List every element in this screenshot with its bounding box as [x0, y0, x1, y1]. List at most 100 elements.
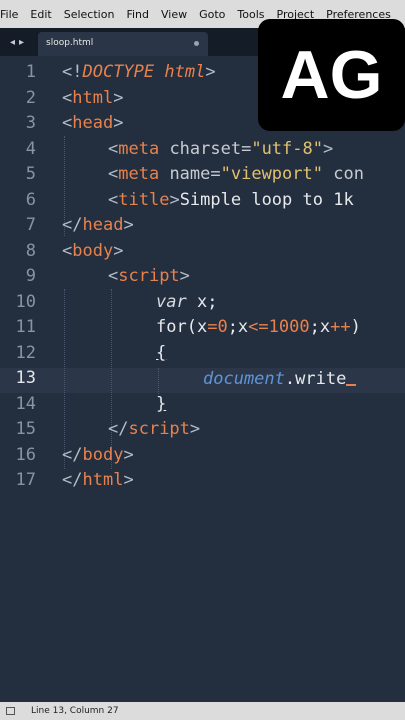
brace-open: {: [156, 342, 167, 363]
loop-increment-var: ;x: [309, 317, 331, 337]
tab-navigation: ◂ ▸: [0, 28, 34, 56]
menu-goto[interactable]: Goto: [193, 0, 231, 21]
code-line-9: <script>: [108, 264, 190, 289]
code-line-14: }: [156, 392, 166, 417]
paren-close: ): [350, 317, 361, 337]
code-line-17: </html>: [62, 468, 134, 493]
line-number: 4: [25, 138, 36, 159]
tag-name: body: [72, 240, 114, 261]
code-line-2: <html>: [62, 86, 123, 111]
status-bar: Line 13, Column 27: [0, 702, 405, 720]
tag-bracket: </: [62, 444, 83, 465]
var-keyword: var: [156, 291, 187, 312]
ag-logo: AG: [258, 19, 405, 131]
tab-prev-icon[interactable]: ◂: [10, 37, 15, 48]
attribute-name: name=: [159, 164, 221, 184]
operator: =: [207, 317, 218, 337]
line-number: 16: [15, 444, 36, 465]
tag-name: html: [82, 470, 124, 490]
doctype-keyword: DOCTYPE html: [82, 62, 206, 82]
tag-bracket: >: [179, 266, 190, 286]
tab-next-icon[interactable]: ▸: [19, 37, 24, 48]
code-line-4: <meta charset="utf-8">: [108, 137, 333, 162]
tag-bracket: >: [113, 113, 124, 133]
tag-bracket: <: [62, 87, 73, 108]
cursor-position: Line 13, Column 27: [31, 706, 119, 716]
tag-bracket: >: [189, 419, 201, 439]
line-number: 3: [25, 113, 36, 133]
menu-selection[interactable]: Selection: [58, 0, 121, 21]
tag-name: html: [72, 87, 114, 108]
tag-name: body: [82, 444, 124, 465]
tag-bracket: >: [113, 240, 124, 261]
var-declaration: x;: [186, 291, 218, 312]
code-line-16: </body>: [62, 443, 134, 468]
line-number: 1: [25, 62, 36, 82]
menu-edit[interactable]: Edit: [24, 0, 57, 21]
indent-guide: [158, 368, 159, 394]
tag-name: title: [118, 189, 170, 210]
text-cursor: [346, 366, 357, 386]
tag-bracket: >: [169, 189, 180, 210]
attribute-value: "viewport": [220, 164, 323, 184]
code-line-13: document.write: [203, 366, 357, 391]
for-keyword: for(x: [156, 317, 208, 337]
document-object: document: [203, 369, 285, 389]
tag-name: meta: [118, 138, 160, 159]
line-number: 9: [25, 266, 36, 286]
tag-bracket: <: [108, 138, 119, 159]
unsaved-dot-icon[interactable]: [194, 41, 199, 46]
code-editor[interactable]: 1 2 3 4 5 6 7 8 9 10 11 12 13 14 15 16 1…: [0, 56, 405, 702]
number-literal: 1000: [268, 317, 310, 337]
tag-name: script: [118, 266, 180, 286]
number-literal: 0: [217, 317, 228, 337]
tag-bracket: >: [123, 215, 134, 235]
code-line-12: {: [156, 341, 166, 366]
tag-bracket: >: [113, 87, 124, 108]
tag-bracket: >: [123, 470, 134, 490]
tag-bracket: >: [123, 444, 134, 465]
code-line-3: <head>: [62, 111, 123, 136]
tag-name: meta: [118, 164, 160, 184]
tag-bracket: <: [108, 266, 119, 286]
loop-condition-var: ;x: [227, 317, 249, 337]
line-number: 7: [25, 215, 36, 235]
panel-toggle-icon[interactable]: [6, 707, 15, 715]
tag-bracket: <: [108, 189, 119, 210]
code-line-10: var x;: [156, 290, 217, 315]
tag-bracket: <: [108, 164, 119, 184]
tag-bracket: <: [62, 113, 73, 133]
line-number: 12: [15, 342, 36, 363]
tab-sloop-html[interactable]: sloop.html: [38, 32, 208, 56]
tag-bracket: </: [108, 419, 129, 439]
menu-view[interactable]: View: [155, 0, 193, 21]
tag-name: script: [128, 419, 190, 439]
attribute-value: "utf-8": [251, 138, 323, 159]
operator: ++: [330, 317, 351, 337]
code-line-5: <meta name="viewport" con: [108, 162, 364, 187]
operator: <=: [248, 317, 269, 337]
code-line-7: </head>: [62, 213, 134, 238]
tab-label: sloop.html: [46, 38, 94, 48]
tag-name: head: [82, 215, 124, 235]
line-number: 5: [25, 164, 36, 184]
line-number: 8: [25, 240, 36, 261]
line-number: 14: [15, 393, 36, 414]
menu-project[interactable]: Project: [271, 0, 321, 21]
line-number: 11: [15, 317, 36, 337]
code-line-15: </script>: [108, 417, 200, 442]
logo-text: AG: [280, 37, 383, 113]
menu-preferences[interactable]: Preferences: [320, 0, 397, 21]
line-number: 2: [25, 87, 36, 108]
tag-bracket: >: [205, 62, 216, 82]
attribute-name: charset=: [159, 138, 252, 159]
code-line-6: <title>Simple loop to 1k: [108, 188, 354, 213]
tag-bracket: </: [62, 470, 83, 490]
menu-file[interactable]: File: [0, 0, 24, 21]
tag-name: head: [72, 113, 114, 133]
menu-tools[interactable]: Tools: [231, 0, 270, 21]
menu-find[interactable]: Find: [120, 0, 155, 21]
line-number: 17: [15, 470, 36, 490]
attribute-name-cut: con: [322, 164, 364, 184]
line-number: 10: [15, 291, 36, 312]
